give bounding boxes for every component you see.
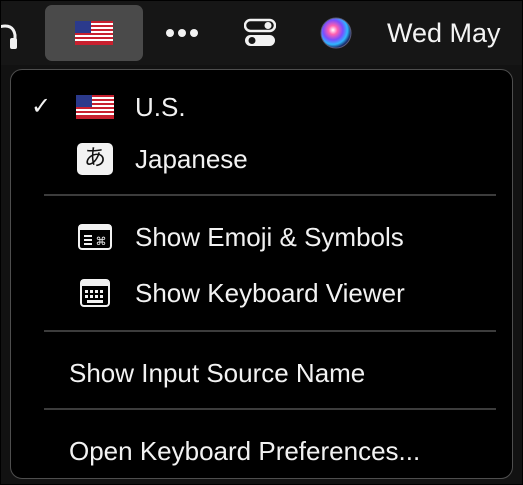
keyboard-viewer-icon — [75, 279, 115, 307]
siri-icon[interactable] — [313, 1, 359, 65]
checkmark-icon: ✓ — [31, 93, 52, 120]
menu-item-label: Open Keyboard Preferences... — [69, 436, 421, 466]
menubar-clock[interactable]: Wed May — [387, 1, 501, 65]
menu-item-japanese[interactable]: あ Japanese — [19, 134, 504, 184]
control-center-icon[interactable] — [237, 1, 283, 65]
svg-text:⌘: ⌘ — [96, 235, 107, 248]
menu-separator — [44, 330, 496, 332]
menu-item-label: Japanese — [135, 144, 248, 174]
menu-separator — [44, 408, 496, 410]
menu-item-show-keyboard-viewer[interactable]: Show Keyboard Viewer — [19, 268, 504, 318]
menu-item-label: Show Keyboard Viewer — [135, 278, 405, 308]
menu-item-open-keyboard-preferences[interactable]: Open Keyboard Preferences... — [19, 426, 504, 476]
menu-item-label: Show Input Source Name — [69, 358, 366, 388]
menu-item-show-emoji-symbols[interactable]: ⌘ Show Emoji & Symbols — [19, 212, 504, 262]
menu-item-show-input-source-name[interactable]: Show Input Source Name — [19, 348, 504, 398]
hiragana-a-glyph: あ — [77, 143, 113, 175]
us-flag-icon — [75, 93, 115, 121]
hiragana-a-icon: あ — [75, 143, 115, 175]
menu-item-label: Show Emoji & Symbols — [135, 222, 404, 252]
input-source-menu-button[interactable] — [45, 5, 143, 61]
input-source-menu: ✓ U.S. あ Japanese ⌘ Show Emoji & Symbols… — [10, 69, 513, 479]
more-icon[interactable] — [157, 1, 207, 65]
us-flag-icon — [75, 21, 113, 45]
menu-item-label: U.S. — [135, 92, 186, 122]
menu-item-us[interactable]: ✓ U.S. — [19, 82, 504, 132]
menu-bar: Wed May — [1, 1, 522, 65]
menu-separator — [44, 194, 496, 196]
emoji-symbols-icon: ⌘ — [75, 223, 115, 251]
headphones-icon[interactable] — [1, 1, 27, 65]
screen: Wed May ✓ U.S. あ Japanese ⌘ Show Emoji &… — [0, 0, 523, 485]
